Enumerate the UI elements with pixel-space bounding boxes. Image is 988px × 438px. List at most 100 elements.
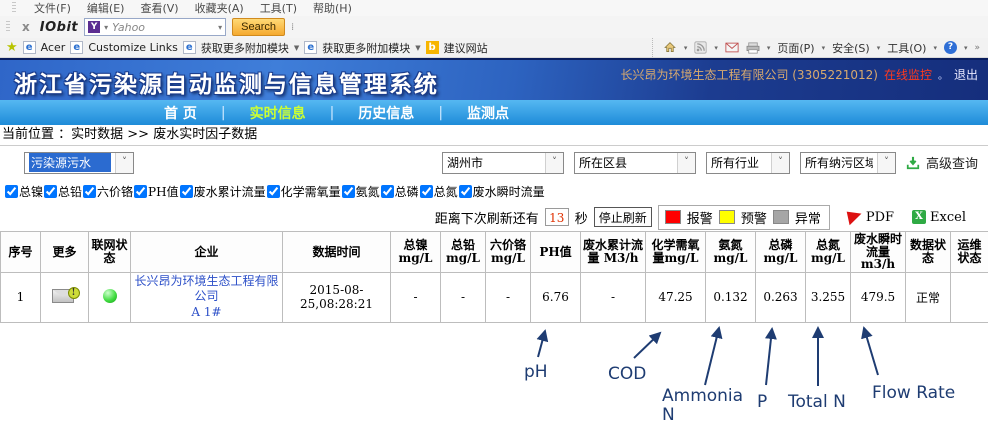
combo-dropdown-icon[interactable]: ▾ xyxy=(218,23,222,32)
chevron-down-icon[interactable]: ▾ xyxy=(822,44,826,52)
yahoo-search-button[interactable]: Search xyxy=(232,18,285,36)
advanced-query-link[interactable]: 高级查询 xyxy=(926,153,978,172)
yahoo-icon[interactable]: Y xyxy=(88,21,100,33)
fav-link-customize[interactable]: Customize Links xyxy=(88,41,178,54)
city-select[interactable]: 湖州市 ˅ xyxy=(442,152,564,174)
webpage-icon: e xyxy=(70,41,83,54)
fav-link-acer[interactable]: Acer xyxy=(41,41,66,54)
nav-monitoring-points[interactable]: 监测点 xyxy=(443,103,533,123)
menu-file[interactable]: 文件(F) xyxy=(34,0,71,16)
factor-item-0[interactable]: 总镍 xyxy=(5,183,43,200)
fav-link-addons-2[interactable]: 获取更多附加模块 xyxy=(322,40,410,56)
column-header-12: 总磷mg/L xyxy=(756,232,806,273)
industry-select[interactable]: 所有行业 ˅ xyxy=(706,152,790,174)
chevron-down-icon[interactable]: ▾ xyxy=(964,44,968,52)
company-cell[interactable]: 长兴昂为环境生态工程有限公司A 1# xyxy=(131,272,283,322)
feed-icon[interactable] xyxy=(694,41,707,54)
annotation-flow-rate: Flow Rate xyxy=(872,384,955,404)
county-select[interactable]: 所在区县 ˅ xyxy=(574,152,696,174)
chevron-down-icon[interactable]: ▾ xyxy=(684,44,688,52)
column-header-0: 序号 xyxy=(1,232,41,273)
chevron-down-icon[interactable]: ▾ xyxy=(714,44,718,52)
more-toolbar-icon[interactable]: » xyxy=(974,43,980,53)
status-legend: 报警 预警 异常 xyxy=(658,205,830,230)
chevron-down-icon[interactable]: ▼ xyxy=(415,44,420,52)
menu-edit[interactable]: 编辑(E) xyxy=(87,0,125,16)
chevron-down-icon[interactable]: ▾ xyxy=(877,44,881,52)
value-cell-9: 479.5 xyxy=(851,272,906,322)
filter-bar: 污染源污水 ˅ 湖州市 ˅ 所在区县 ˅ 所有行业 ˅ 所有纳污区域 ˅ 高级查… xyxy=(0,145,988,179)
factor-checkbox[interactable] xyxy=(83,185,96,198)
factor-checkbox[interactable] xyxy=(267,185,280,198)
fav-link-suggested-sites[interactable]: 建议网站 xyxy=(444,40,488,56)
factor-item-7[interactable]: 总磷 xyxy=(381,183,419,200)
app-title: 浙江省污染源自动监测与信息管理系统 xyxy=(14,65,439,99)
factor-checkbox[interactable] xyxy=(420,185,433,198)
chevron-down-icon[interactable]: ▾ xyxy=(933,44,937,52)
column-header-14: 废水瞬时流量m3/h xyxy=(851,232,906,273)
chevron-down-icon[interactable]: ▾ xyxy=(767,44,771,52)
annotation-p: P xyxy=(757,393,767,413)
fav-link-addons-1[interactable]: 获取更多附加模块 xyxy=(201,40,289,56)
factor-item-5[interactable]: 化学需氧量 xyxy=(267,183,341,200)
factor-item-4[interactable]: 废水累计流量 xyxy=(180,183,266,200)
factor-label: 氨氮 xyxy=(356,183,380,200)
nav-realtime-info[interactable]: 实时信息 xyxy=(226,103,330,123)
factor-item-6[interactable]: 氨氮 xyxy=(342,183,380,200)
value-cell-8: 3.255 xyxy=(806,272,851,322)
safety-menu-button[interactable]: 安全(S) xyxy=(832,40,870,56)
menu-favorites[interactable]: 收藏夹(A) xyxy=(195,0,244,16)
page-menu-button[interactable]: 页面(P) xyxy=(777,40,814,56)
advanced-query-icon[interactable] xyxy=(906,156,920,170)
browser-menu-bar: 文件(F) 编辑(E) 查看(V) 收藏夹(A) 工具(T) 帮助(H) xyxy=(0,0,988,16)
factor-checkbox[interactable] xyxy=(5,185,18,198)
print-icon[interactable] xyxy=(746,42,760,54)
annotation-total-n: Total N xyxy=(788,393,846,413)
export-excel-button[interactable]: X Excel xyxy=(912,210,966,225)
nav-home[interactable]: 首 页 xyxy=(140,103,221,123)
pdf-icon xyxy=(847,209,864,226)
factor-checkbox[interactable] xyxy=(44,185,57,198)
factor-checkbox[interactable] xyxy=(459,185,472,198)
factor-item-8[interactable]: 总氮 xyxy=(420,183,458,200)
factor-checkbox[interactable] xyxy=(134,185,147,198)
export-pdf-button[interactable]: PDF xyxy=(848,210,894,225)
value-cell-4: - xyxy=(581,272,646,322)
home-icon[interactable] xyxy=(663,41,677,54)
chevron-down-icon[interactable]: ▼ xyxy=(294,44,299,52)
menu-view[interactable]: 查看(V) xyxy=(140,0,178,16)
table-row: 1!长兴昂为环境生态工程有限公司A 1#2015-08-25,08:28:21-… xyxy=(1,272,988,322)
webpage-icon: e xyxy=(183,41,196,54)
nav-history-info[interactable]: 历史信息 xyxy=(334,103,438,123)
favorites-star-icon[interactable]: ★ xyxy=(6,40,18,55)
yahoo-search-input[interactable]: Y ▾ Yahoo ▾ xyxy=(84,18,226,36)
menu-help[interactable]: 帮助(H) xyxy=(313,0,352,16)
command-bar: ▾ ▾ ▾ 页面(P) ▾ 安全(S) ▾ 工具(O) ▾ ? ▾ » xyxy=(652,38,988,57)
value-cell-0: - xyxy=(391,272,441,322)
menu-tools[interactable]: 工具(T) xyxy=(260,0,297,16)
company-link[interactable]: 长兴昂为环境生态工程有限公司A 1# xyxy=(132,274,281,321)
pollution-type-select[interactable]: 污染源污水 ˅ xyxy=(24,152,134,174)
help-icon[interactable]: ? xyxy=(944,41,957,54)
message-icon[interactable]: ! xyxy=(52,288,78,304)
factor-item-1[interactable]: 总铅 xyxy=(44,183,82,200)
ops-status-cell xyxy=(951,272,988,322)
factor-label: 废水瞬时流量 xyxy=(473,183,545,200)
close-toolbar-icon[interactable]: x xyxy=(18,20,34,34)
toolbar-splitter[interactable]: ⁞ xyxy=(291,22,294,33)
selected-pollution-type: 污染源污水 xyxy=(29,153,111,172)
logout-link[interactable]: 退出 xyxy=(954,66,978,83)
factor-checkbox[interactable] xyxy=(342,185,355,198)
area-select[interactable]: 所有纳污区域 ˅ xyxy=(800,152,896,174)
mail-icon[interactable] xyxy=(725,42,739,53)
factor-item-9[interactable]: 废水瞬时流量 xyxy=(459,183,545,200)
more-cell[interactable]: ! xyxy=(41,272,89,322)
factor-checkbox[interactable] xyxy=(381,185,394,198)
engine-dropdown-icon[interactable]: ▾ xyxy=(104,23,108,32)
factor-item-2[interactable]: 六价铬 xyxy=(83,183,133,200)
tools-menu-button[interactable]: 工具(O) xyxy=(887,40,926,56)
stop-refresh-button[interactable]: 停止刷新 xyxy=(594,207,652,227)
factor-item-3[interactable]: PH值 xyxy=(134,183,179,200)
online-monitor-link[interactable]: 在线监控 xyxy=(884,66,932,83)
factor-checkbox[interactable] xyxy=(180,185,193,198)
